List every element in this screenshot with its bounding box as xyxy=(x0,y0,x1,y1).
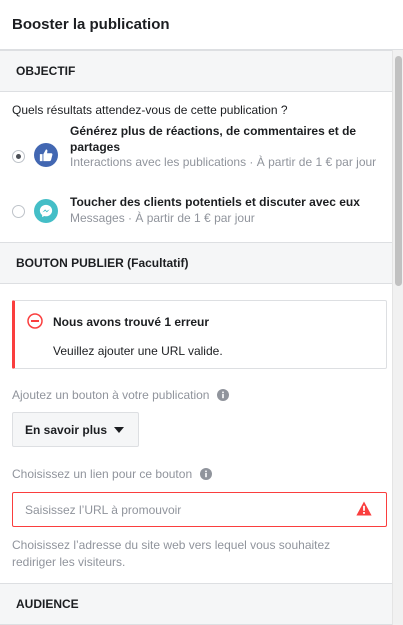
thumbs-up-icon xyxy=(34,143,58,167)
radio-engagement[interactable] xyxy=(12,150,25,163)
option-subtitle: Messages · À partir de 1 € par jour xyxy=(70,211,255,225)
section-header-objective: OBJECTIF xyxy=(0,50,392,92)
link-field-label: Choisissez un lien pour ce bouton xyxy=(12,467,213,481)
error-minus-icon xyxy=(27,313,43,334)
info-icon[interactable] xyxy=(217,389,230,401)
call-to-action-dropdown[interactable]: En savoir plus xyxy=(12,412,139,447)
objective-option-messages[interactable]: Toucher des clients potentiels et discut… xyxy=(12,194,382,228)
objective-question: Quels résultats attendez-vous de cette p… xyxy=(12,103,288,117)
link-field-label-text: Choisissez un lien pour ce bouton xyxy=(12,467,193,481)
messenger-icon xyxy=(34,199,58,223)
option-title: Toucher des clients potentiels et discut… xyxy=(70,195,360,209)
button-field-label: Ajoutez un bouton à votre publication xyxy=(12,388,230,402)
scrollbar-thumb[interactable] xyxy=(395,56,402,286)
boost-post-panel: Booster la publication OBJECTIF Quels ré… xyxy=(0,0,403,625)
url-input[interactable] xyxy=(12,492,387,527)
section-header-publish-button: BOUTON PUBLIER (Facultatif) xyxy=(0,242,392,284)
button-field-label-text: Ajoutez un bouton à votre publication xyxy=(12,388,210,402)
section-header-audience: AUDIENCE xyxy=(0,583,392,625)
objective-option-engagement[interactable]: Générez plus de réactions, de commentair… xyxy=(12,123,382,187)
caret-down-icon xyxy=(114,426,125,433)
panel-title: Booster la publication xyxy=(0,0,403,50)
radio-messages[interactable] xyxy=(12,205,25,218)
warning-icon xyxy=(356,501,372,521)
error-message: Veuillez ajouter une URL valide. xyxy=(53,344,223,358)
scrollbar[interactable] xyxy=(392,50,403,625)
url-helper-text: Choisissez l’adresse du site web vers le… xyxy=(12,538,331,569)
option-title: Générez plus de réactions, de commentair… xyxy=(70,124,357,154)
error-title: Nous avons trouvé 1 erreur xyxy=(53,315,210,329)
option-subtitle: Interactions avec les publications · À p… xyxy=(70,155,377,169)
dropdown-value: En savoir plus xyxy=(25,422,108,437)
info-icon[interactable] xyxy=(200,468,213,480)
error-banner: Nous avons trouvé 1 erreur Veuillez ajou… xyxy=(12,300,387,369)
